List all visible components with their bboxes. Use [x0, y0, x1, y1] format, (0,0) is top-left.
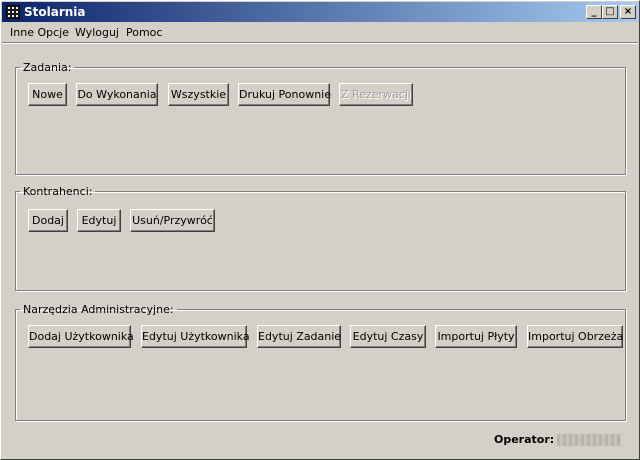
wszystkie-button[interactable]: Wszystkie: [168, 83, 229, 106]
menu-inne-opcje[interactable]: Inne Opcje: [10, 26, 69, 39]
dodaj-uzytkownika-button[interactable]: Dodaj Użytkownika: [28, 325, 134, 348]
app-icon[interactable]: [6, 5, 20, 19]
importuj-plyty-button[interactable]: Importuj Płyty: [435, 325, 517, 348]
kontrahenci-group: Kontrahenci:: [15, 185, 626, 291]
menu-wyloguj[interactable]: Wyloguj: [75, 26, 119, 39]
z-rezerwacji-button: Z Rezerwacji: [339, 83, 413, 106]
usun-przywroc-button[interactable]: Usuń/Przywróć: [130, 209, 215, 232]
narzedzia-label: Narzędzia Administracyjne:: [23, 303, 174, 316]
dodaj-kontrahent-button[interactable]: Dodaj: [28, 209, 68, 232]
menu-pomoc[interactable]: Pomoc: [126, 26, 162, 39]
edytuj-czasy-button[interactable]: Edytuj Czasy: [350, 325, 426, 348]
window-title: Stolarnia: [24, 5, 86, 19]
title-bar[interactable]: Stolarnia _ □ ×: [2, 2, 638, 22]
kontrahenci-label: Kontrahenci:: [23, 185, 93, 198]
minimize-button[interactable]: _: [586, 5, 602, 19]
zadania-label: Zadania:: [23, 61, 72, 74]
edytuj-kontrahent-button[interactable]: Edytuj: [77, 209, 121, 232]
nowe-button[interactable]: Nowe: [28, 83, 67, 106]
edytuj-zadanie-button[interactable]: Edytuj Zadanie: [257, 325, 341, 348]
importuj-obrzeza-button[interactable]: Importuj Obrzeża: [527, 325, 623, 348]
maximize-button[interactable]: □: [602, 5, 618, 19]
drukuj-ponownie-button[interactable]: Drukuj Ponownie: [238, 83, 331, 106]
menu-bar: Inne Opcje Wyloguj Pomoc: [2, 23, 638, 43]
edytuj-uzytkownika-button[interactable]: Edytuj Użytkownika: [141, 325, 250, 348]
main-window: Stolarnia _ □ × Inne Opcje Wyloguj Pomoc…: [0, 0, 640, 460]
narzedzia-group: Narzędzia Administracyjne:: [15, 303, 626, 421]
operator-label: Operator:: [494, 433, 555, 446]
do-wykonania-button[interactable]: Do Wykonania: [76, 83, 158, 106]
operator-name: [557, 434, 621, 446]
close-button[interactable]: ×: [620, 5, 636, 19]
zadania-group: Zadania:: [15, 61, 626, 175]
